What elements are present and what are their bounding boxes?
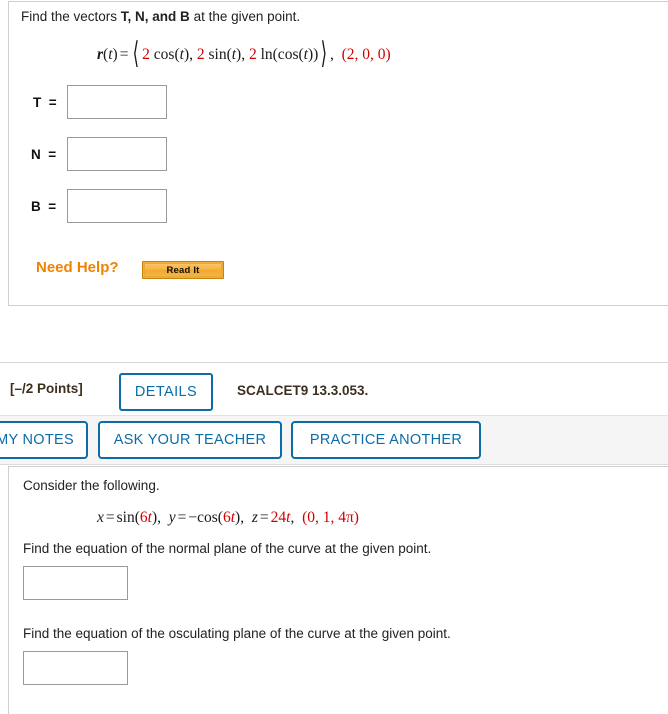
answer-input-T[interactable]: [67, 85, 167, 119]
read-it-button[interactable]: Read It: [142, 261, 224, 279]
eq-comp3-fn: ln(cos(: [256, 46, 304, 63]
eq-comp1-coef: 2: [142, 46, 150, 63]
answer-label-B-text: B: [31, 199, 41, 214]
eq-equals: =: [119, 46, 129, 63]
param-x-tail: ),: [151, 509, 161, 526]
eq-comp1-fn: cos(: [149, 46, 180, 63]
my-notes-button[interactable]: MY NOTES: [0, 421, 88, 459]
answer-input-B[interactable]: [67, 189, 167, 223]
eq-comp2-coef: 2: [196, 46, 205, 63]
param-y-equals: =: [177, 509, 187, 526]
eq-comp2-fn: sin(: [204, 46, 232, 63]
param-y-fn: −cos(: [188, 509, 223, 526]
eq-after-bracket: ,: [330, 46, 334, 63]
answer-label-T-text: T: [33, 95, 42, 110]
answer-input-N[interactable]: [67, 137, 167, 171]
param-z-equals: =: [259, 509, 269, 526]
answer-label-B: B =: [31, 199, 56, 214]
param-x-var: x: [97, 509, 104, 526]
answer-label-N: N =: [31, 147, 56, 162]
question-prompt: Find the vectors T, N, and B at the give…: [21, 9, 300, 24]
eq-comp3-coef: 2: [248, 46, 257, 63]
points-label: [–/2 Points]: [10, 381, 83, 396]
problem-card-bottom: Consider the following. x = sin(6t), y = −co…: [8, 466, 668, 714]
answer-label-T-equals: =: [48, 95, 57, 110]
answer-label-B-equals: =: [48, 199, 57, 214]
param-y-coef: 6: [222, 509, 231, 526]
vector-function-equation: r(t) = ⟨ 2 cos(t), 2 sin(t), 2 ln(cos(t))⟩,…: [97, 37, 391, 70]
consider-text: Consider the following.: [23, 478, 160, 493]
param-x-equals: =: [105, 509, 115, 526]
parametric-equations: x = sin(6t), y = −cos(6t), z = 24t, (0, 1, 4π): [97, 509, 359, 527]
osculating-plane-prompt: Find the equation of the osculating plan…: [23, 626, 451, 641]
param-given-point: (0, 1, 4π): [302, 509, 359, 526]
normal-plane-input[interactable]: [23, 566, 128, 600]
details-button[interactable]: DETAILS: [119, 373, 213, 411]
prompt-after: at the given point.: [189, 9, 301, 24]
prompt-vectors: T, N, and B: [120, 9, 190, 24]
answer-label-N-text: N: [31, 147, 41, 162]
exercise-page: Find the vectors T, N, and B at the give…: [0, 0, 668, 714]
answer-label-N-equals: =: [48, 147, 57, 162]
prompt-before: Find the vectors: [21, 9, 121, 24]
param-z-coef: 24: [270, 509, 287, 526]
ask-your-teacher-button[interactable]: ASK YOUR TEACHER: [98, 421, 282, 459]
section-divider: [0, 362, 668, 363]
eq-paren-close: ): [112, 46, 118, 63]
problem-card-top: Find the vectors T, N, and B at the give…: [8, 1, 668, 306]
eq-comp1-tail: ),: [183, 46, 193, 63]
need-help-label: Need Help?: [36, 259, 119, 276]
eq-given-point: (2, 0, 0): [341, 46, 391, 63]
answer-label-T: T =: [33, 95, 57, 110]
param-z-var: z: [251, 509, 258, 526]
param-y-var: y: [168, 509, 176, 526]
param-x-coef: 6: [139, 509, 148, 526]
assignment-code: SCALCET9 13.3.053.: [237, 383, 369, 398]
param-x-fn: sin(: [116, 509, 140, 526]
param-z-tail: ,: [290, 509, 295, 526]
param-y-tail: ),: [235, 509, 245, 526]
eq-comp2-tail: ),: [236, 46, 246, 63]
practice-another-button[interactable]: PRACTICE ANOTHER: [291, 421, 481, 459]
read-it-button-label: Read It: [144, 263, 222, 277]
osculating-plane-input[interactable]: [23, 651, 128, 685]
normal-plane-prompt: Find the equation of the normal plane of…: [23, 541, 432, 556]
eq-comp3-tail: )): [307, 46, 319, 63]
